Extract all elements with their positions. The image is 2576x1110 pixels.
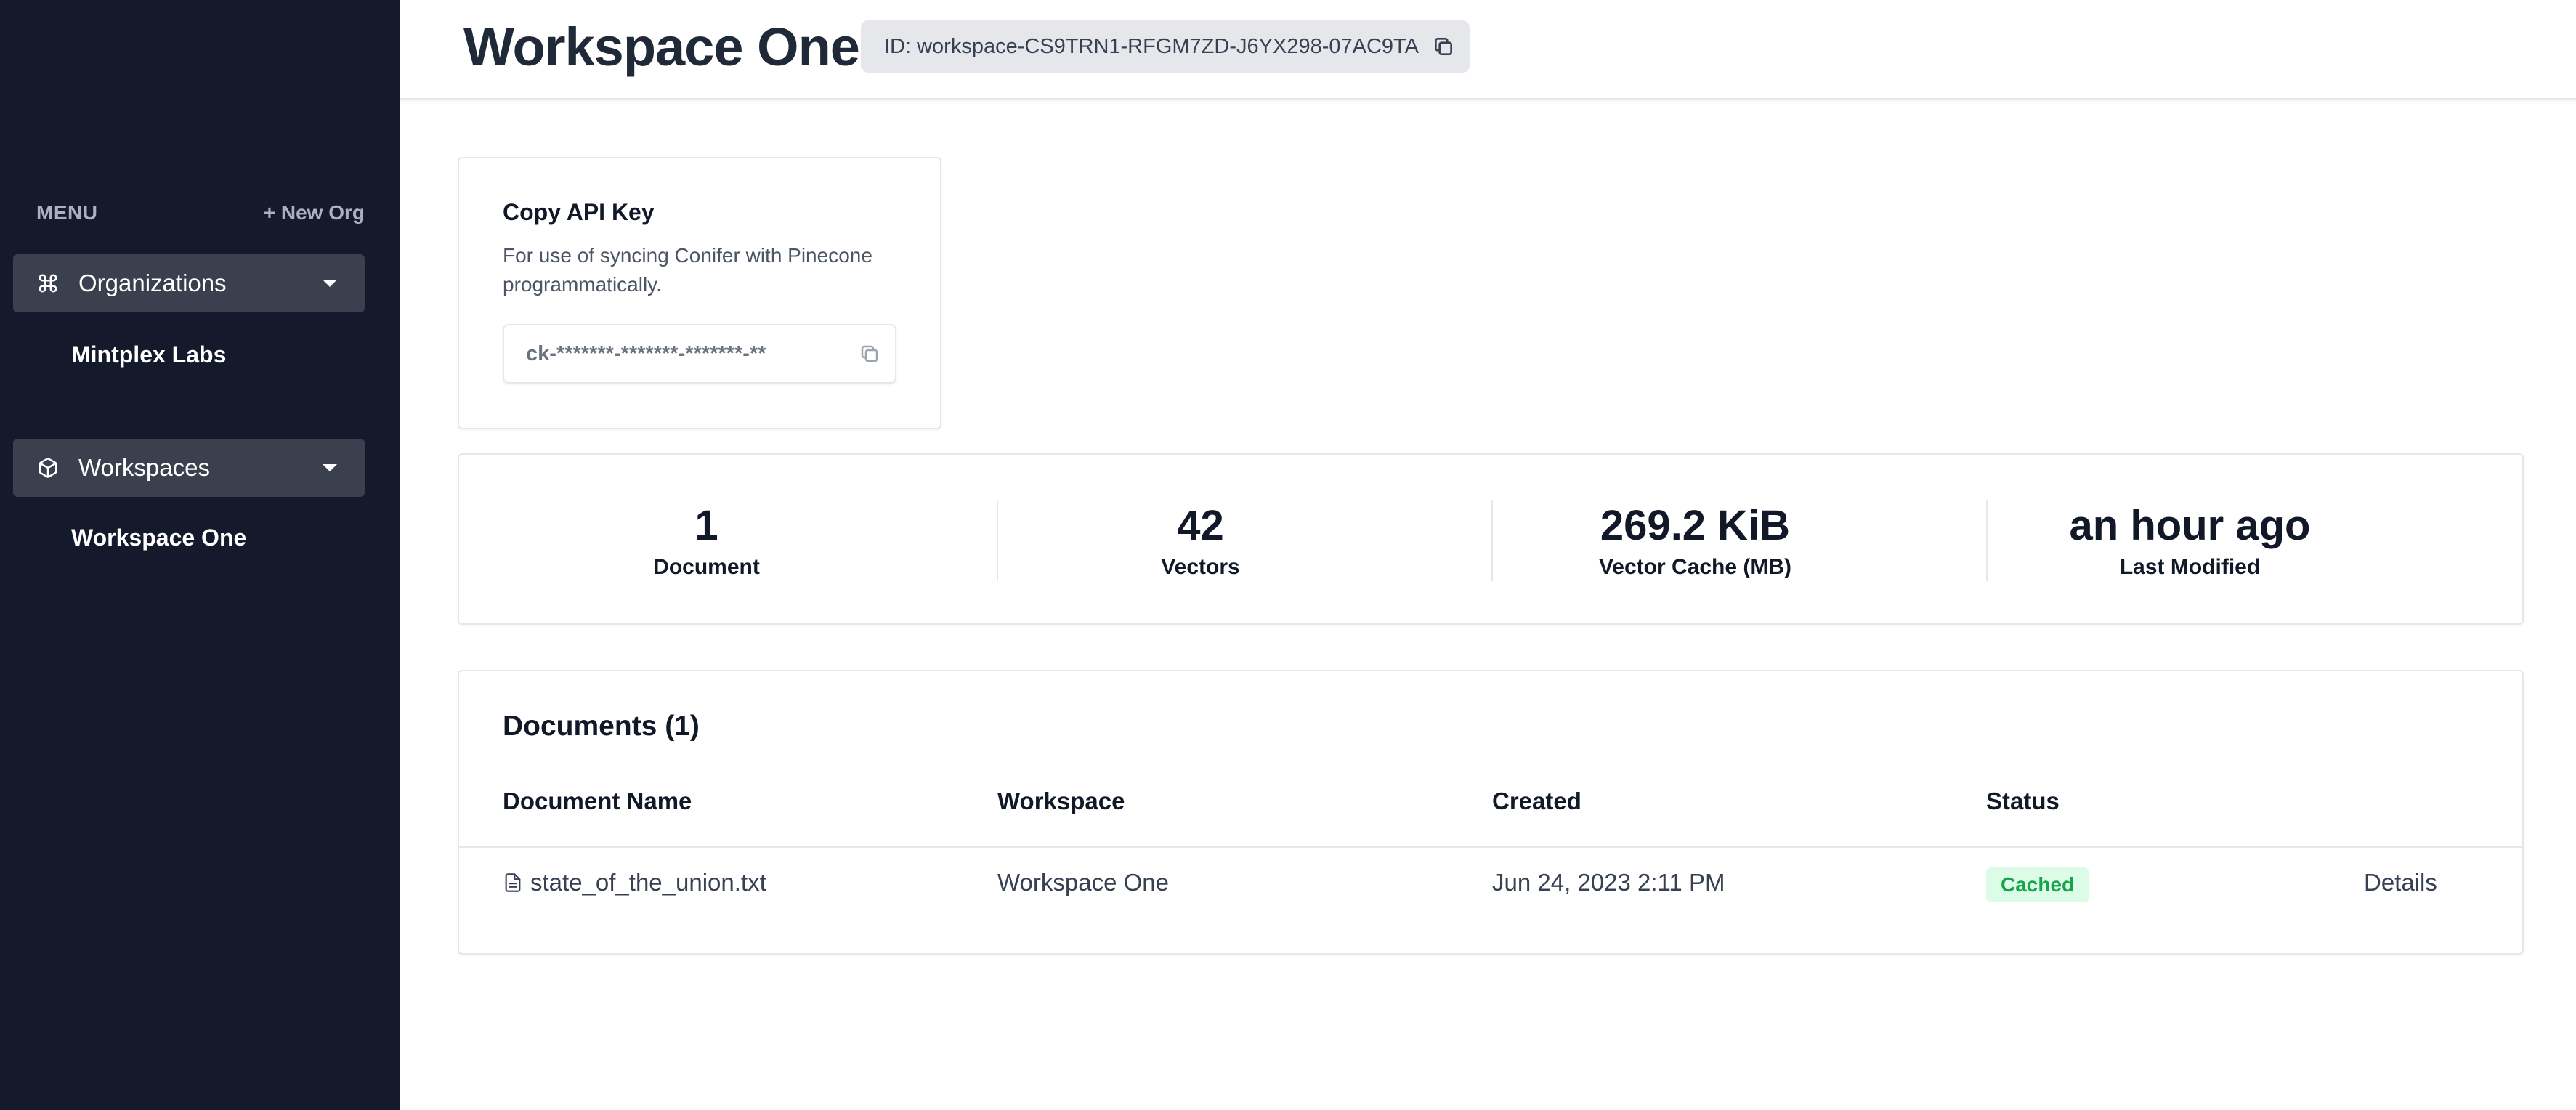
column-header-status: Status bbox=[1986, 787, 2059, 814]
stats-card: 1 Document 42 Vectors 269.2 KiB Vector C… bbox=[458, 453, 2524, 625]
caret-down-icon[interactable] bbox=[308, 278, 352, 288]
document-name: state_of_the_union.txt bbox=[530, 869, 766, 896]
cube-icon bbox=[35, 455, 61, 481]
stat-vector-cache: 269.2 KiB Vector Cache (MB) bbox=[1448, 455, 1943, 626]
stat-label: Vectors bbox=[1161, 555, 1240, 579]
table-divider bbox=[459, 846, 2522, 848]
documents-title: Documents (1) bbox=[503, 710, 700, 742]
command-icon bbox=[35, 270, 61, 296]
api-key-field[interactable] bbox=[503, 324, 896, 384]
stat-vectors: 42 Vectors bbox=[953, 455, 1448, 626]
workspace-id-text: ID: workspace-CS9TRN1-RFGM7ZD-J6YX298-07… bbox=[884, 34, 1419, 58]
stat-last-modified: an hour ago Last Modified bbox=[1943, 455, 2437, 626]
status-badge: Cached bbox=[1986, 867, 2089, 902]
menu-header: MENU + New Org bbox=[36, 200, 365, 225]
document-workspace-cell: Workspace One bbox=[997, 869, 1169, 896]
stat-value: 269.2 KiB bbox=[1600, 502, 1791, 549]
stat-value: 42 bbox=[1177, 502, 1224, 549]
api-key-description: For use of syncing Conifer with Pinecone… bbox=[503, 244, 872, 296]
column-header-document-name: Document Name bbox=[503, 787, 692, 814]
menu-label: MENU bbox=[36, 201, 98, 224]
stat-value: an hour ago bbox=[2069, 502, 2311, 549]
sidebar-item-mintplex-labs[interactable]: Mintplex Labs bbox=[71, 341, 226, 368]
nav-section-workspaces[interactable]: Workspaces bbox=[13, 439, 365, 497]
sidebar: MENU + New Org Organizations Mintplex La… bbox=[0, 0, 400, 1110]
caret-down-icon[interactable] bbox=[308, 463, 352, 473]
stat-documents: 1 Document bbox=[459, 455, 954, 626]
column-header-created: Created bbox=[1492, 787, 1581, 814]
column-header-workspace: Workspace bbox=[997, 787, 1125, 814]
workspace-id-chip[interactable]: ID: workspace-CS9TRN1-RFGM7ZD-J6YX298-07… bbox=[861, 20, 1470, 73]
copy-icon[interactable] bbox=[1432, 35, 1455, 58]
nav-section-organizations[interactable]: Organizations bbox=[13, 254, 365, 312]
page-title: Workspace One bbox=[463, 17, 860, 77]
file-text-icon bbox=[503, 871, 523, 894]
nav-section-label: Organizations bbox=[78, 270, 227, 296]
stat-label: Last Modified bbox=[2119, 555, 2261, 579]
documents-card: Documents (1) Document Name Workspace Cr… bbox=[458, 670, 2524, 955]
document-created-cell: Jun 24, 2023 2:11 PM bbox=[1492, 869, 1725, 896]
api-key-card: Copy API Key For use of syncing Conifer … bbox=[458, 157, 941, 429]
api-key-title: Copy API Key bbox=[503, 199, 655, 225]
document-name-cell[interactable]: state_of_the_union.txt bbox=[503, 869, 766, 896]
details-link[interactable]: Details bbox=[2364, 869, 2437, 896]
stat-label: Document bbox=[653, 555, 760, 579]
page-header: Workspace One ID: workspace-CS9TRN1-RFGM… bbox=[400, 0, 2576, 100]
sidebar-item-workspace-one[interactable]: Workspace One bbox=[71, 524, 246, 551]
new-org-button[interactable]: + New Org bbox=[264, 201, 365, 224]
app-root: MENU + New Org Organizations Mintplex La… bbox=[0, 0, 2576, 1110]
nav-section-label: Workspaces bbox=[78, 454, 210, 481]
stat-label: Vector Cache (MB) bbox=[1598, 555, 1792, 579]
api-key-input[interactable] bbox=[526, 341, 859, 366]
stat-value: 1 bbox=[694, 502, 718, 549]
copy-icon[interactable] bbox=[859, 343, 880, 365]
